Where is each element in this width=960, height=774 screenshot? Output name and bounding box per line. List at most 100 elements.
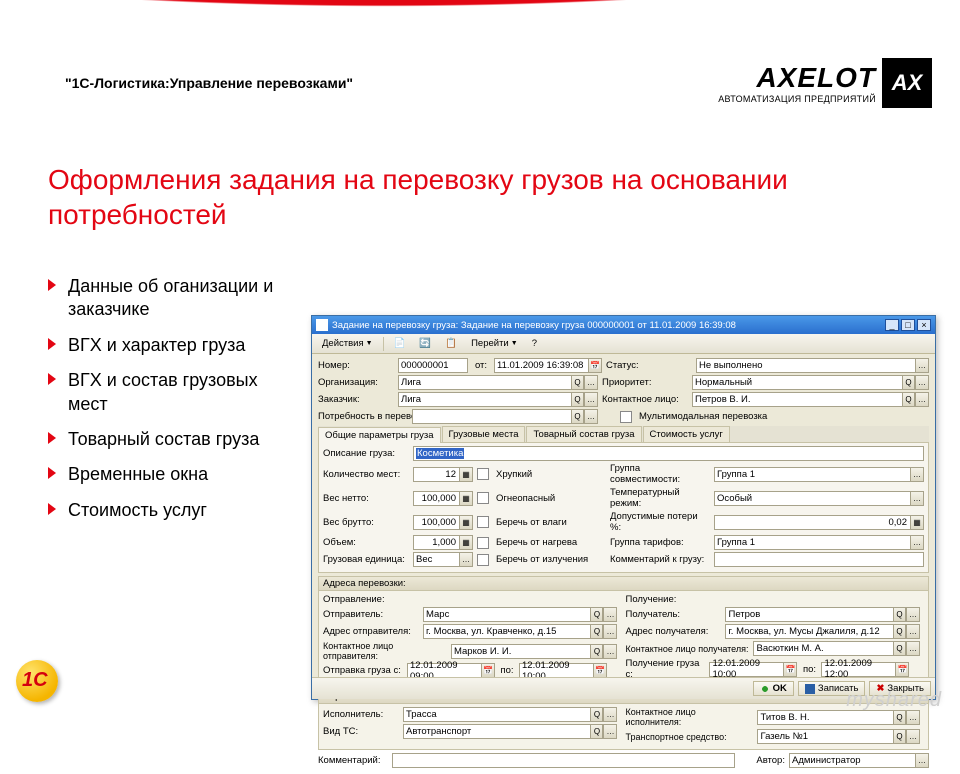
bullet-item: ВГХ и состав грузовых мест xyxy=(48,369,298,416)
tabs: Общие параметры груза Грузовые места Тов… xyxy=(318,426,929,442)
label-fragile: Хрупкий xyxy=(496,469,606,480)
loss-input[interactable]: 0,02▦ xyxy=(714,515,924,530)
label-contact: Контактное лицо: xyxy=(602,394,688,405)
dropdown-icon[interactable]: … xyxy=(915,359,928,372)
sender-input[interactable]: Марс…Q xyxy=(423,607,617,622)
bullet-list: Данные об оганизации и заказчике ВГХ и х… xyxy=(48,275,298,534)
number-input[interactable]: 000000001 xyxy=(398,358,468,373)
label-vol: Объем: xyxy=(323,537,409,548)
desc-input[interactable]: Косметика xyxy=(413,446,924,461)
window-titlebar[interactable]: Задание на перевозку груза: Задание на п… xyxy=(312,316,935,334)
actions-menu[interactable]: Действия▼ xyxy=(316,336,379,351)
compat-select[interactable]: Группа 1… xyxy=(714,467,924,482)
vtype-input[interactable]: Автотранспорт…Q xyxy=(403,724,617,739)
lookup-icon[interactable]: Q xyxy=(571,376,584,389)
send-addr-input[interactable]: г. Москва, ул. Кравченко, д.15…Q xyxy=(423,624,617,639)
label-fire: Огнеопасный xyxy=(496,493,606,504)
recv-contact-input[interactable]: Васюткин М. А.…Q xyxy=(753,641,919,656)
label-qty: Количество мест: xyxy=(323,469,409,480)
label-send-contact: Контактное лицо отправителя: xyxy=(323,641,447,661)
ok-icon xyxy=(760,684,770,694)
rad-checkbox[interactable] xyxy=(477,554,489,566)
vol-input[interactable]: 1,000▦ xyxy=(413,535,473,550)
toolbar-btn[interactable]: 📋 xyxy=(439,336,463,351)
slide-title: Оформления задания на перевозку грузов н… xyxy=(48,162,920,232)
minimize-button[interactable]: _ xyxy=(885,319,899,331)
label-org: Организация: xyxy=(318,377,394,388)
qty-input[interactable]: 12▦ xyxy=(413,467,473,482)
label-vtype: Вид ТС: xyxy=(323,726,399,737)
author-input[interactable]: Администратор… xyxy=(789,753,929,768)
multimodal-checkbox[interactable] xyxy=(620,411,632,423)
label-cargo-comment: Комментарий к грузу: xyxy=(610,554,710,565)
heat-checkbox[interactable] xyxy=(477,537,489,549)
logo-axelot: AXELOT АВТОМАТИЗАЦИЯ ПРЕДПРИЯТИЙ AX xyxy=(718,58,932,108)
customer-input[interactable]: Лига…Q xyxy=(398,392,598,407)
recv-header: Получение: xyxy=(625,594,919,605)
label-ship-from: Отправка груза с: xyxy=(323,665,403,676)
cargo-comment-input[interactable] xyxy=(714,552,924,567)
fragile-checkbox[interactable] xyxy=(477,468,489,480)
help-button[interactable]: ? xyxy=(526,336,543,351)
tab-general[interactable]: Общие параметры груза xyxy=(318,427,441,443)
label-vehicle: Транспортное средство: xyxy=(625,732,753,742)
demand-input[interactable]: …Q xyxy=(412,409,598,424)
send-contact-input[interactable]: Марков И. И.…Q xyxy=(451,644,617,659)
toolbar-btn[interactable]: 🔄 xyxy=(413,336,437,351)
brutto-input[interactable]: 100,000▦ xyxy=(413,515,473,530)
date-input[interactable]: 11.01.2009 16:39:08📅 xyxy=(494,358,602,373)
label-temp: Температурный режим: xyxy=(610,487,710,509)
label-heat: Беречь от нагрева xyxy=(496,537,606,548)
label-exec: Исполнитель: xyxy=(323,709,399,720)
org-input[interactable]: Лига…Q xyxy=(398,375,598,390)
ship-to-input[interactable]: 12.01.2009 10:00📅 xyxy=(519,663,607,678)
save-icon xyxy=(805,684,815,694)
recv-addr-input[interactable]: г. Москва, ул. Мусы Джалиля, д.12…Q xyxy=(725,624,919,639)
close-button[interactable]: × xyxy=(917,319,931,331)
get-from-input[interactable]: 12.01.2009 10:00📅 xyxy=(709,662,797,677)
bullet-item: Стоимость услуг xyxy=(48,499,298,522)
logo-text-sub: АВТОМАТИЗАЦИЯ ПРЕДПРИЯТИЙ xyxy=(718,94,876,104)
ok-button[interactable]: OK xyxy=(753,681,794,696)
spinner-icon[interactable]: ▦ xyxy=(459,468,472,481)
label-multimodal: Мультимодальная перевозка xyxy=(639,411,767,422)
tab-cost[interactable]: Стоимость услуг xyxy=(643,426,730,442)
priority-select[interactable]: Нормальный…Q xyxy=(692,375,929,390)
recv-input[interactable]: Петров…Q xyxy=(725,607,919,622)
status-select[interactable]: Не выполнено… xyxy=(696,358,929,373)
tariff-select[interactable]: Группа 1… xyxy=(714,535,924,550)
goto-menu[interactable]: Перейти▼ xyxy=(465,336,524,351)
label-from: от: xyxy=(472,360,490,371)
label-customer: Заказчик: xyxy=(318,394,394,405)
maximize-button[interactable]: □ xyxy=(901,319,915,331)
label-netto: Вес нетто: xyxy=(323,493,409,504)
toolbar-btn[interactable]: 📄 xyxy=(388,336,412,351)
fire-checkbox[interactable] xyxy=(477,492,489,504)
label-recv-addr: Адрес получателя: xyxy=(625,626,721,637)
label-author: Автор: xyxy=(745,755,785,766)
moist-checkbox[interactable] xyxy=(477,516,489,528)
temp-select[interactable]: Особый… xyxy=(714,491,924,506)
label-number: Номер: xyxy=(318,360,394,371)
unit-select[interactable]: Вес… xyxy=(413,552,473,567)
label-to: по: xyxy=(801,664,817,675)
label-rad: Беречь от излучения xyxy=(496,554,606,565)
header-subtitle: "1С-Логистика:Управление перевозками" xyxy=(65,75,353,91)
bullet-item: Данные об оганизации и заказчике xyxy=(48,275,298,322)
tab-places[interactable]: Грузовые места xyxy=(442,426,526,442)
label-moist: Беречь от влаги xyxy=(496,517,606,528)
calendar-icon[interactable]: 📅 xyxy=(588,359,601,372)
label-desc: Описание груза: xyxy=(323,448,409,459)
select-icon[interactable]: … xyxy=(584,376,597,389)
toolbar: Действия▼ 📄 🔄 📋 Перейти▼ ? xyxy=(312,334,935,354)
comment-input[interactable] xyxy=(392,753,735,768)
window-footer: OK Записать ✖Закрыть xyxy=(312,677,935,699)
netto-input[interactable]: 100,000▦ xyxy=(413,491,473,506)
contact-input[interactable]: Петров В. И.…Q xyxy=(692,392,929,407)
tab-goods[interactable]: Товарный состав груза xyxy=(526,426,641,442)
ship-from-input[interactable]: 12.01.2009 09:00📅 xyxy=(407,663,495,678)
logo-text-main: AXELOT xyxy=(718,62,876,94)
get-to-input[interactable]: 12.01.2009 12:00📅 xyxy=(821,662,909,677)
section-addresses: Адреса перевозки: xyxy=(319,577,928,591)
vehicle-input[interactable]: Газель №1…Q xyxy=(757,729,919,744)
